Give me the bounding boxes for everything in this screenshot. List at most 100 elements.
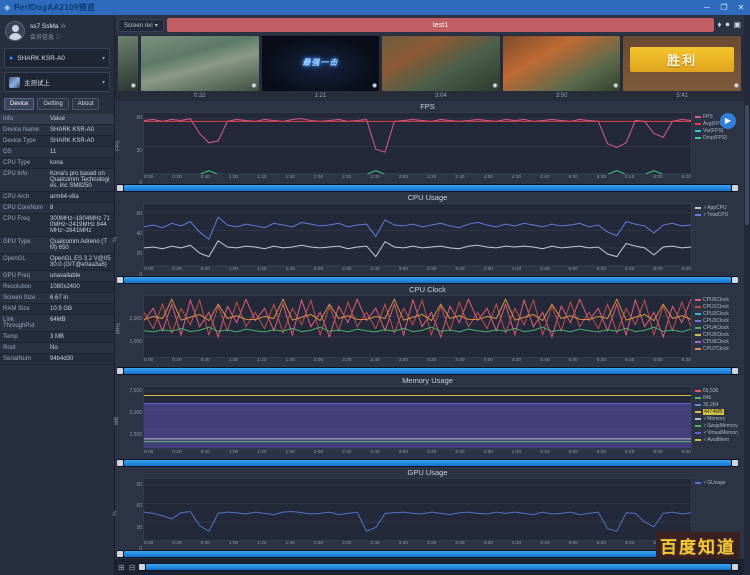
x-tick: 5:20 — [597, 541, 606, 549]
x-tick: 1:00 — [229, 175, 238, 183]
x-tick: 0:40 — [201, 267, 210, 275]
row-label: Link ThroughPut — [0, 315, 47, 331]
thumbnail-timestamp: 3:50 — [503, 91, 621, 101]
x-tick: 1:20 — [257, 267, 266, 275]
y-axis-label: MHz — [116, 322, 122, 333]
play-button[interactable]: ▶ — [720, 113, 736, 129]
close-icon[interactable]: ✕ — [736, 3, 746, 12]
table-row: CPU CoreNum8 — [0, 203, 114, 214]
legend-item[interactable]: CPU3Clock — [695, 318, 738, 324]
x-tick: 0:40 — [201, 358, 210, 366]
chart-panel-cpu-clock: CPU ClockMHz1,0002,0000:000:200:401:001:… — [117, 285, 738, 375]
y-tick-labels: 0306090 — [124, 478, 142, 549]
legend-item[interactable]: 846 — [695, 395, 738, 401]
user-card[interactable]: ss7 SsMa ☆ 会员信息 ▷ — [0, 15, 114, 46]
y-tick: 90 — [136, 482, 142, 488]
x-tick: 1:40 — [285, 541, 294, 549]
chart-svg-cpu-clock[interactable] — [143, 295, 692, 358]
row-value: SHARK KSR-A0 — [47, 136, 114, 146]
video-thumbnail[interactable]: ◉3:04 — [382, 36, 500, 101]
range-slider[interactable] — [117, 550, 738, 558]
grid-toggle-icon[interactable]: ⊞ — [118, 563, 125, 572]
chart-svg-cpu-usage[interactable] — [143, 203, 692, 266]
legend-item[interactable]: 36,264 — [695, 402, 738, 408]
legend-item[interactable]: 4474MB — [695, 409, 738, 415]
screen-rec-tab[interactable]: Screen rec ▾ — [118, 19, 164, 32]
row-value: 94b4d30 — [47, 354, 114, 364]
chart-svg-fps[interactable] — [143, 112, 692, 175]
minimize-icon[interactable]: ─ — [702, 3, 712, 12]
record-icon[interactable]: ⏺ — [725, 20, 729, 30]
legend-item[interactable]: CPU2Clock — [695, 311, 738, 317]
camera-icon[interactable]: ◉ — [131, 82, 136, 89]
legend-item[interactable]: ✓VirtualMemory — [695, 430, 738, 436]
legend-item[interactable]: Drop(FPS) — [695, 135, 738, 141]
test-session-bar[interactable]: test1 — [167, 18, 715, 32]
x-tick: 6:00 — [653, 358, 662, 366]
legend-item[interactable]: CPU6Clock — [695, 339, 738, 345]
table-row: Temp3 MB — [0, 332, 114, 343]
legend-item[interactable]: CPU7Clock — [695, 346, 738, 352]
video-thumbnail[interactable]: 胜利◉5:41 — [623, 36, 741, 101]
row-value: 6.67 in — [47, 293, 114, 303]
y-tick: 30 — [136, 525, 142, 531]
legend-item[interactable]: CPU0Clock — [695, 297, 738, 303]
app-selector[interactable]: 主测试上 ▾ — [4, 72, 110, 92]
legend-item[interactable]: CPU1Clock — [695, 304, 738, 310]
y-tick: 60 — [136, 503, 142, 509]
table-row: SerialNum94b4d30 — [0, 354, 114, 365]
legend-item[interactable]: CPU5Clock — [695, 332, 738, 338]
video-thumbnail[interactable]: ◉ 3:50 — [503, 36, 621, 101]
camera-icon[interactable]: ◉ — [493, 82, 498, 89]
horizontal-scrollbar[interactable] — [139, 563, 738, 571]
app-selector-label: 主测试上 — [24, 77, 98, 87]
legend-item[interactable]: Var(FPS) — [695, 128, 738, 134]
table-row: Resolution1080x2400 — [0, 282, 114, 293]
y-tick: 1,000 — [129, 339, 142, 345]
vertical-scrollbar-thumb[interactable] — [745, 105, 749, 225]
legend-item[interactable]: ✓AppCPU — [695, 205, 738, 211]
legend-item[interactable]: ✓AvailMem — [695, 437, 738, 443]
x-tick: 5:00 — [568, 450, 577, 458]
legend-item[interactable]: ✓GUsage — [695, 480, 738, 486]
range-slider[interactable] — [117, 367, 738, 375]
range-slider[interactable] — [117, 459, 738, 467]
tab-device[interactable]: Device — [4, 98, 34, 110]
y-axis: MHz1,0002,000 — [117, 295, 143, 366]
screenshot-icon[interactable]: ▣ — [733, 20, 741, 30]
video-thumbnail[interactable]: ◉0:32 — [141, 36, 259, 101]
tab-getting[interactable]: Getting — [37, 98, 68, 110]
range-slider[interactable] — [117, 276, 738, 284]
table-row: Device TypeSHARK KSR-A0 — [0, 136, 114, 147]
camera-icon[interactable]: ◉ — [613, 82, 618, 89]
video-thumbnail[interactable]: ◉ — [118, 36, 138, 101]
chart-svg-gpu-usage[interactable] — [143, 478, 692, 541]
device-selector[interactable]: ● SHARK KSR-A0 ▾ — [4, 48, 110, 68]
legend-item[interactable]: CPU4Clock — [695, 325, 738, 331]
row-value: kona — [47, 158, 114, 168]
camera-icon[interactable]: ◉ — [734, 82, 739, 89]
main-area: Screen rec ▾ test1 ♦ ⏺ ▣ ◉◉0:32最强一击◉1:21… — [115, 15, 744, 575]
chart-body: MHz1,0002,0000:000:200:401:001:201:402:0… — [117, 295, 738, 366]
range-slider[interactable] — [117, 184, 738, 192]
tab-about[interactable]: About — [72, 98, 100, 110]
x-tick: 3:40 — [455, 267, 464, 275]
legend-item[interactable]: ✓TotalCPU — [695, 212, 738, 218]
vertical-scrollbar[interactable] — [744, 15, 750, 575]
legend-item[interactable]: ✓SwapMemory — [695, 423, 738, 429]
layers-toggle-icon[interactable]: ⊟ — [129, 563, 136, 572]
legend-swatch — [695, 348, 701, 350]
legend-label: CPU7Clock — [703, 346, 729, 352]
legend-item[interactable]: ✓Memory — [695, 416, 738, 422]
device-selector-label: SHARK KSR-A0 — [17, 55, 98, 62]
camera-icon[interactable]: ◉ — [251, 82, 256, 89]
maximize-icon[interactable]: ❐ — [719, 3, 729, 12]
mic-icon[interactable]: ♦ — [717, 20, 721, 30]
chart-title: CPU Clock — [117, 285, 738, 295]
camera-icon[interactable]: ◉ — [372, 82, 377, 89]
legend-item[interactable]: 65,536 — [695, 388, 738, 394]
video-thumbnail[interactable]: 最强一击◉1:21 — [262, 36, 380, 101]
plot-area: 0:000:200:401:001:201:402:002:202:403:00… — [143, 295, 692, 366]
table-header: InfoValue — [0, 114, 114, 125]
chart-svg-memory-usage[interactable] — [143, 386, 692, 449]
